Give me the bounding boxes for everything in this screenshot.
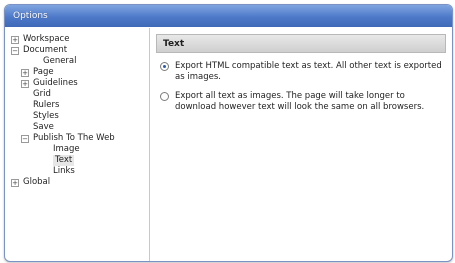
tree-item-text[interactable]: Text bbox=[11, 155, 149, 166]
tree-item-label: Page bbox=[33, 67, 54, 77]
tree-item-label: Text bbox=[53, 155, 75, 166]
radio-export-html-text[interactable] bbox=[160, 62, 169, 71]
options-tree: + Workspace − Document General + Page + Guidelin… bbox=[5, 28, 150, 261]
option-export-all-images[interactable]: Export all text as images. The page will… bbox=[160, 91, 444, 113]
tree-item-save[interactable]: Save bbox=[11, 122, 149, 133]
tree-item-guidelines[interactable]: + Guidelines bbox=[11, 78, 149, 89]
option-label: Export all text as images. The page will… bbox=[175, 91, 425, 112]
tree-item-label: Rulers bbox=[33, 100, 60, 110]
dialog-body: + Workspace − Document General + Page + Guidelin… bbox=[5, 28, 452, 261]
expand-icon[interactable]: + bbox=[21, 79, 29, 88]
tree-item-label: Workspace bbox=[23, 34, 70, 44]
tree-item-label: Publish To The Web bbox=[33, 133, 115, 143]
tree-item-global[interactable]: + Global bbox=[11, 177, 149, 188]
tree-item-grid[interactable]: Grid bbox=[11, 89, 149, 100]
tree-item-label: Image bbox=[53, 144, 80, 154]
tree-item-general[interactable]: General bbox=[11, 56, 149, 67]
tree-item-label: General bbox=[43, 56, 77, 66]
tree-item-document[interactable]: − Document bbox=[11, 45, 149, 56]
tree-item-page[interactable]: + Page bbox=[11, 67, 149, 78]
radio-export-all-images[interactable] bbox=[160, 92, 169, 101]
tree-item-label: Links bbox=[53, 166, 75, 176]
panel-title: Text bbox=[163, 38, 185, 49]
tree-item-label: Global bbox=[23, 177, 51, 187]
title-bar[interactable]: Options bbox=[5, 5, 452, 27]
tree-item-image[interactable]: Image bbox=[11, 144, 149, 155]
tree-item-label: Save bbox=[33, 122, 54, 132]
tree-item-publish-to-the-web[interactable]: − Publish To The Web bbox=[11, 133, 149, 144]
tree-item-label: Grid bbox=[33, 89, 51, 99]
option-label: Export HTML compatible text as text. All… bbox=[175, 61, 442, 82]
collapse-icon[interactable]: − bbox=[11, 46, 19, 55]
tree-item-label: Guidelines bbox=[33, 78, 78, 88]
tree-item-rulers[interactable]: Rulers bbox=[11, 100, 149, 111]
options-dialog: Options + Workspace − Document General + Page +… bbox=[4, 4, 453, 262]
tree-item-links[interactable]: Links bbox=[11, 166, 149, 177]
tree-item-workspace[interactable]: + Workspace bbox=[11, 34, 149, 45]
expand-icon[interactable]: + bbox=[11, 35, 19, 44]
option-export-html-text[interactable]: Export HTML compatible text as text. All… bbox=[160, 61, 444, 83]
tree-item-label: Document bbox=[23, 45, 68, 55]
options-panel: Text Export HTML compatible text as text… bbox=[150, 28, 452, 261]
tree-item-styles[interactable]: Styles bbox=[11, 111, 149, 122]
collapse-icon[interactable]: − bbox=[21, 134, 29, 143]
tree-item-label: Styles bbox=[33, 111, 59, 121]
expand-icon[interactable]: + bbox=[21, 68, 29, 77]
panel-header: Text bbox=[156, 34, 446, 53]
window-title: Options bbox=[13, 11, 48, 21]
expand-icon[interactable]: + bbox=[11, 178, 19, 187]
